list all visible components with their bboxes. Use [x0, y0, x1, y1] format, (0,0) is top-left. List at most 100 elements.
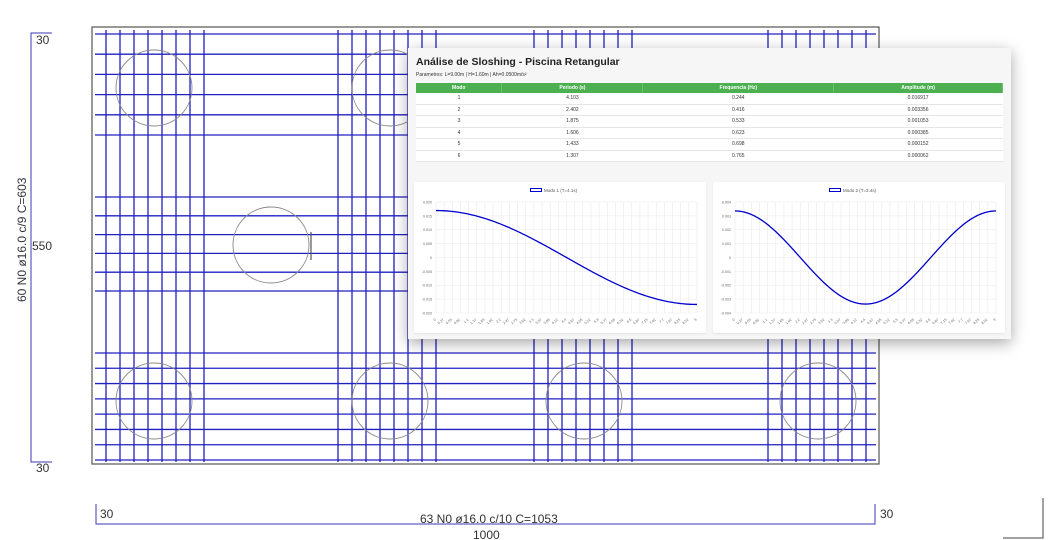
x-tick-label: 2.2 — [794, 318, 800, 324]
x-tick-label: 7.42 — [948, 318, 956, 326]
y-tick-label: 0.010 — [423, 228, 432, 232]
x-tick-label: 7.15 — [641, 318, 649, 326]
table-cell: 0.001053 — [833, 115, 1003, 128]
table-cell: 0.003356 — [833, 104, 1003, 116]
x-tick-label: 0 — [732, 318, 736, 322]
x-tick-label: 1.37 — [469, 318, 477, 326]
x-tick-label: 5.22 — [584, 318, 592, 326]
table-cell: 1.875 — [501, 115, 643, 128]
x-tick-label: 4.4 — [860, 318, 866, 324]
x-tick-label: 7.7 — [958, 318, 964, 324]
table-cell: 2.402 — [501, 104, 643, 116]
x-tick-label: 1.65 — [777, 318, 785, 326]
table-cell: 0.016917 — [833, 93, 1003, 105]
x-tick-label: 8.52 — [981, 318, 989, 326]
x-tick-label: 4.95 — [576, 318, 584, 326]
y-tick-label: -0.001 — [721, 270, 731, 274]
x-tick-label: 2.2 — [495, 318, 501, 324]
x-tick-label: 3.85 — [842, 318, 850, 326]
table-cell: 2 — [416, 104, 502, 116]
sloshing-analysis-panel: Análise de Sloshing - Piscina Retangular… — [408, 48, 1011, 339]
mode1-plot: 0 0.27 0.55 0.82 1.1 1.37 1.65 1.92 2.2 2.47 2.75 3… — [422, 200, 698, 326]
y-tick-label: -0.004 — [721, 311, 731, 315]
x-tick-label: 1.1 — [463, 318, 469, 324]
x-tick-label: 2.47 — [801, 318, 809, 326]
x-tick-label: 6.32 — [616, 318, 624, 326]
table-cell: 1 — [416, 93, 502, 105]
y-tick-label: 0.001 — [722, 242, 731, 246]
table-row: 5 1.433 0.698 0.000152 — [416, 138, 1003, 151]
y-tick-label: 0 — [430, 256, 432, 260]
dim-bottom-right: 30 — [880, 507, 894, 521]
table-cell: 1.307 — [501, 150, 643, 162]
x-tick-label: 1.37 — [768, 318, 776, 326]
table-cell: 0.000062 — [833, 150, 1003, 162]
x-tick-label: 0.27 — [437, 318, 445, 326]
column-circle — [115, 362, 193, 440]
y-tick-label: 0.004 — [722, 200, 731, 204]
x-tick-label: 0.55 — [744, 318, 752, 326]
table-cell: 0.623 — [642, 127, 834, 139]
x-tick-label: 7.97 — [665, 318, 673, 326]
y-tick-label: 0.003 — [722, 214, 731, 218]
y-tick-label: 0.002 — [722, 228, 731, 232]
x-tick-label: 5.77 — [600, 318, 608, 326]
x-tick-label: 6.87 — [932, 318, 940, 326]
table-cell: 0.698 — [642, 138, 834, 151]
x-tick-label: 1.65 — [478, 318, 486, 326]
x-tick-label: 5.77 — [899, 318, 907, 326]
table-cell: 3 — [416, 115, 502, 128]
x-tick-label: 0 — [433, 318, 437, 322]
x-tick-label: 5.5 — [892, 318, 898, 324]
table-row: 3 1.875 0.533 0.001053 — [416, 115, 1003, 128]
panel-parameters: Parametros: L=9.00m | H=1.60m | Ah=0.050… — [416, 72, 527, 78]
x-tick-label: 4.67 — [567, 318, 575, 326]
table-row: 1 4.103 0.244 0.016917 — [416, 93, 1003, 105]
table-cell: 6 — [416, 150, 502, 162]
column-circle — [545, 362, 623, 440]
x-tick-label: 6.87 — [633, 318, 641, 326]
y-tick-label: 0 — [729, 256, 731, 260]
x-tick-label: 8.25 — [673, 318, 681, 326]
x-tick-label: 3.85 — [543, 318, 551, 326]
mode2-plot: 0 0.27 0.55 0.82 1.1 1.37 1.65 1.92 2.2 2.47 2.75 3… — [721, 200, 997, 326]
table-cell: 1.433 — [501, 138, 643, 151]
rebar-vertical-label: 60 N0 ø16.0 c/9 C=603 — [15, 177, 29, 302]
x-tick-label: 8.52 — [682, 318, 690, 326]
x-tick-label: 2.75 — [809, 318, 817, 326]
table-cell: 4.103 — [501, 93, 643, 105]
x-tick-label: 9 — [993, 318, 997, 322]
x-tick-label: 7.15 — [940, 318, 948, 326]
x-tick-label: 4.12 — [850, 318, 858, 326]
y-tick-label: 0.015 — [423, 214, 432, 218]
column-header: Periodo (s) — [501, 83, 644, 93]
x-tick-label: 1.92 — [486, 318, 494, 326]
dim-left-bottom: 30 — [36, 461, 50, 475]
x-tick-label: 3.3 — [528, 318, 534, 324]
x-tick-label: 4.95 — [875, 318, 883, 326]
x-tick-label: 5.5 — [593, 318, 599, 324]
x-tick-label: 4.12 — [551, 318, 559, 326]
x-tick-label: 3.3 — [827, 318, 833, 324]
x-tick-label: 1.1 — [762, 318, 768, 324]
x-tick-label: 4.67 — [866, 318, 874, 326]
x-tick-label: 0.82 — [752, 318, 760, 326]
dim-bottom-total: 1000 — [473, 528, 500, 540]
x-tick-label: 2.75 — [510, 318, 518, 326]
y-tick-label: -0.005 — [422, 270, 432, 274]
x-tick-label: 1.92 — [785, 318, 793, 326]
x-tick-label: 3.02 — [817, 318, 825, 326]
table-cell: 0.000152 — [833, 138, 1003, 151]
column-header: Amplitude (m) — [833, 83, 1003, 93]
x-tick-label: 9 — [694, 318, 698, 322]
dim-bottom-left: 30 — [100, 507, 114, 521]
x-tick-label: 6.32 — [915, 318, 923, 326]
y-tick-label: -0.003 — [721, 298, 731, 302]
x-tick-label: 7.42 — [649, 318, 657, 326]
table-cell: 0.765 — [642, 150, 834, 162]
y-tick-label: 0.020 — [423, 200, 432, 204]
x-tick-label: 6.6 — [925, 318, 931, 324]
table-cell: 0.533 — [642, 115, 834, 128]
panel-title: Análise de Sloshing - Piscina Retangular — [416, 56, 620, 68]
table-cell: 4 — [416, 127, 502, 139]
